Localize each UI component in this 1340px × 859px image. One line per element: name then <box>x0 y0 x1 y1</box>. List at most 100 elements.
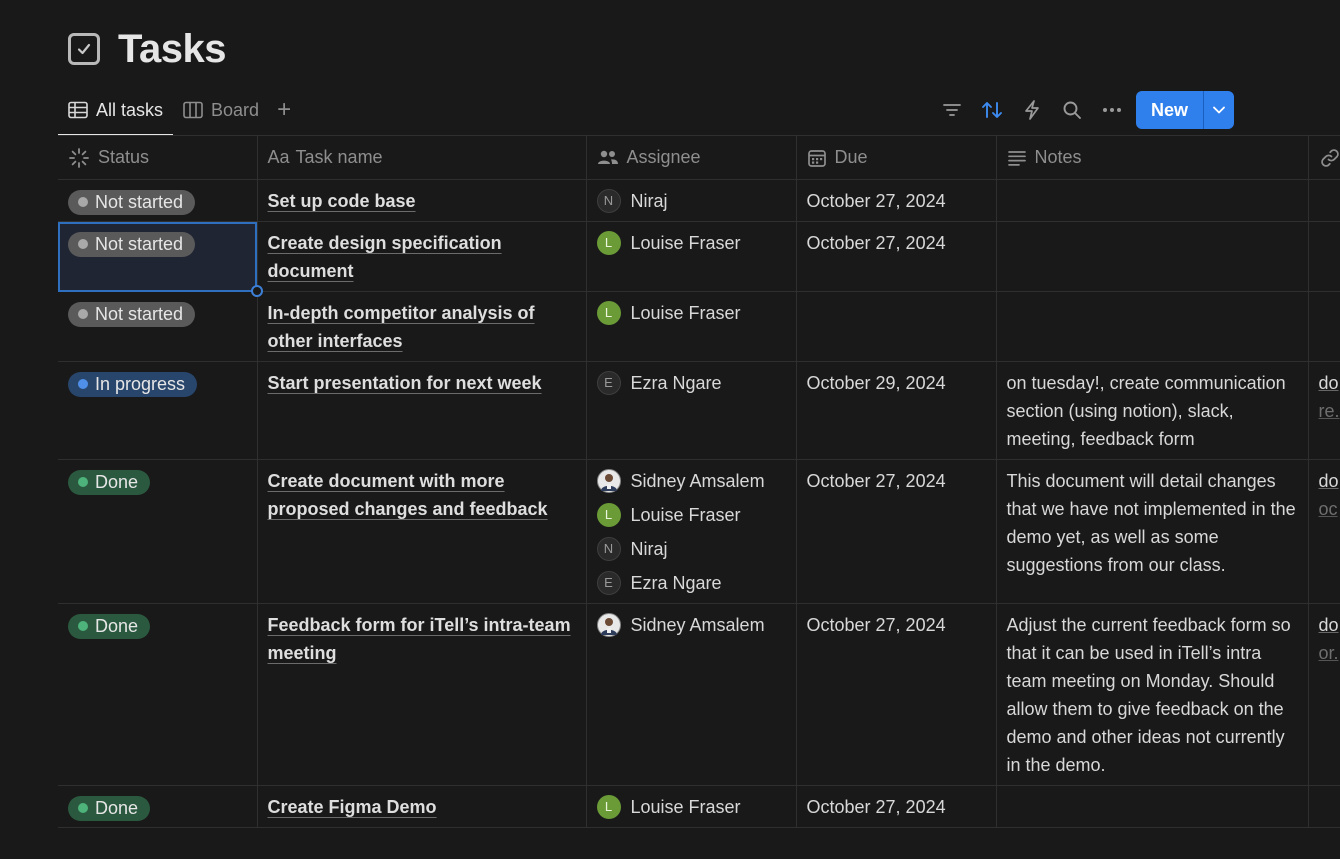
notes-cell[interactable] <box>996 786 1308 828</box>
task-title-link[interactable]: Set up code base <box>268 191 416 211</box>
assignee-cell[interactable]: EEzra Ngare <box>586 362 796 460</box>
task-name-cell[interactable]: In-depth competitor analysis of other in… <box>257 292 586 362</box>
status-cell[interactable]: Not started <box>58 180 257 222</box>
column-header-due[interactable]: Due <box>796 136 996 180</box>
notes-text: This document will detail changes that w… <box>1007 471 1296 575</box>
task-name-cell[interactable]: Create design specification document <box>257 222 586 292</box>
link-text[interactable]: do <box>1319 467 1340 495</box>
status-cell[interactable]: Not started <box>58 292 257 362</box>
status-label: Done <box>95 794 138 822</box>
notes-cell[interactable]: on tuesday!, create communication sectio… <box>996 362 1308 460</box>
due-cell[interactable]: October 27, 2024 <box>796 786 996 828</box>
link-cell[interactable]: dooc <box>1308 460 1340 604</box>
link-cell[interactable] <box>1308 786 1340 828</box>
assignee-cell[interactable]: NNiraj <box>586 180 796 222</box>
status-label: Not started <box>95 188 183 216</box>
due-cell[interactable]: October 27, 2024 <box>796 604 996 786</box>
task-title-link[interactable]: Create document with more proposed chang… <box>268 471 548 519</box>
avatar-photo-icon <box>597 469 621 493</box>
automation-button[interactable] <box>1012 91 1052 129</box>
table-row: Not started Set up code base NNiraj Octo… <box>58 180 1340 222</box>
link-cell[interactable] <box>1308 292 1340 362</box>
header-label: Notes <box>1035 147 1082 168</box>
notes-cell[interactable]: Adjust the current feedback form so that… <box>996 604 1308 786</box>
column-header-notes[interactable]: Notes <box>996 136 1308 180</box>
status-cell[interactable]: Done <box>58 460 257 604</box>
task-title-link[interactable]: Feedback form for iTell’s intra-team mee… <box>268 615 571 663</box>
notes-cell[interactable]: This document will detail changes that w… <box>996 460 1308 604</box>
tab-board[interactable]: Board <box>173 92 269 128</box>
add-view-button[interactable]: + <box>269 92 299 128</box>
assignee-cell[interactable]: Sidney Amsalem LLouise Fraser NNiraj EEz… <box>586 460 796 604</box>
text-lines-icon <box>1007 149 1027 167</box>
due-date: October 27, 2024 <box>807 191 946 211</box>
link-cell[interactable]: door. <box>1308 604 1340 786</box>
assignee-person: Sidney Amsalem <box>597 611 786 639</box>
new-button[interactable]: New <box>1136 91 1203 129</box>
link-cell[interactable] <box>1308 180 1340 222</box>
new-button-group: New <box>1136 91 1234 129</box>
due-cell[interactable]: October 27, 2024 <box>796 180 996 222</box>
due-cell[interactable] <box>796 292 996 362</box>
task-name-cell[interactable]: Create document with more proposed chang… <box>257 460 586 604</box>
link-cell[interactable] <box>1308 222 1340 292</box>
column-header-link[interactable] <box>1308 136 1340 180</box>
task-name-cell[interactable]: Create Figma Demo <box>257 786 586 828</box>
due-cell[interactable]: October 27, 2024 <box>796 222 996 292</box>
column-header-status[interactable]: Status <box>58 136 257 180</box>
status-dot-icon <box>78 803 88 813</box>
link-text[interactable]: re. <box>1319 397 1340 425</box>
link-text[interactable]: do <box>1319 369 1340 397</box>
task-title-link[interactable]: Start presentation for next week <box>268 373 542 393</box>
assignee-person: E Ezra Ngare <box>597 569 786 597</box>
task-name-cell[interactable]: Set up code base <box>257 180 586 222</box>
link-text[interactable]: do <box>1319 611 1340 639</box>
assignee-cell[interactable]: Sidney Amsalem <box>586 604 796 786</box>
people-icon <box>597 149 619 167</box>
due-cell[interactable]: October 29, 2024 <box>796 362 996 460</box>
notes-cell[interactable] <box>996 292 1308 362</box>
new-dropdown-button[interactable] <box>1203 91 1234 129</box>
header-label: Status <box>98 147 149 168</box>
assignee-person: NNiraj <box>597 187 786 215</box>
assignee-cell[interactable]: LLouise Fraser <box>586 786 796 828</box>
status-cell[interactable]: Done <box>58 604 257 786</box>
chevron-down-icon <box>1213 106 1225 114</box>
task-name-cell[interactable]: Feedback form for iTell’s intra-team mee… <box>257 604 586 786</box>
column-header-assignee[interactable]: Assignee <box>586 136 796 180</box>
assignee-name: Ezra Ngare <box>631 569 722 597</box>
avatar: N <box>597 537 621 561</box>
selection-drag-handle[interactable] <box>251 285 263 297</box>
assignee-person: LLouise Fraser <box>597 229 786 257</box>
assignee-cell[interactable]: LLouise Fraser <box>586 292 796 362</box>
tab-label: All tasks <box>96 100 163 121</box>
link-text[interactable]: oc <box>1319 495 1340 523</box>
assignee-cell[interactable]: LLouise Fraser <box>586 222 796 292</box>
assignee-name: Ezra Ngare <box>631 369 722 397</box>
notes-cell[interactable] <box>996 180 1308 222</box>
link-text[interactable]: or. <box>1319 639 1340 667</box>
search-button[interactable] <box>1052 91 1092 129</box>
task-name-cell[interactable]: Start presentation for next week <box>257 362 586 460</box>
task-title-link[interactable]: Create design specification document <box>268 233 502 281</box>
avatar: E <box>597 571 621 595</box>
notes-cell[interactable] <box>996 222 1308 292</box>
view-tabs: All tasks Board + <box>58 92 299 136</box>
status-cell[interactable]: Not started <box>58 222 257 292</box>
status-cell[interactable]: In progress <box>58 362 257 460</box>
column-header-task-name[interactable]: Aa Task name <box>257 136 586 180</box>
tab-all-tasks[interactable]: All tasks <box>58 92 173 128</box>
due-cell[interactable]: October 27, 2024 <box>796 460 996 604</box>
task-title-link[interactable]: In-depth competitor analysis of other in… <box>268 303 535 351</box>
task-title-link[interactable]: Create Figma Demo <box>268 797 437 817</box>
table-row: In progress Start presentation for next … <box>58 362 1340 460</box>
sort-button[interactable] <box>972 91 1012 129</box>
status-cell[interactable]: Done <box>58 786 257 828</box>
link-cell[interactable]: dore. <box>1308 362 1340 460</box>
more-options-button[interactable] <box>1092 91 1132 129</box>
filter-button[interactable] <box>932 91 972 129</box>
page-header: Tasks <box>68 26 226 72</box>
table-row: Done Create Figma Demo LLouise Fraser Oc… <box>58 786 1340 828</box>
sort-icon <box>981 100 1003 120</box>
status-badge: Not started <box>68 302 195 327</box>
